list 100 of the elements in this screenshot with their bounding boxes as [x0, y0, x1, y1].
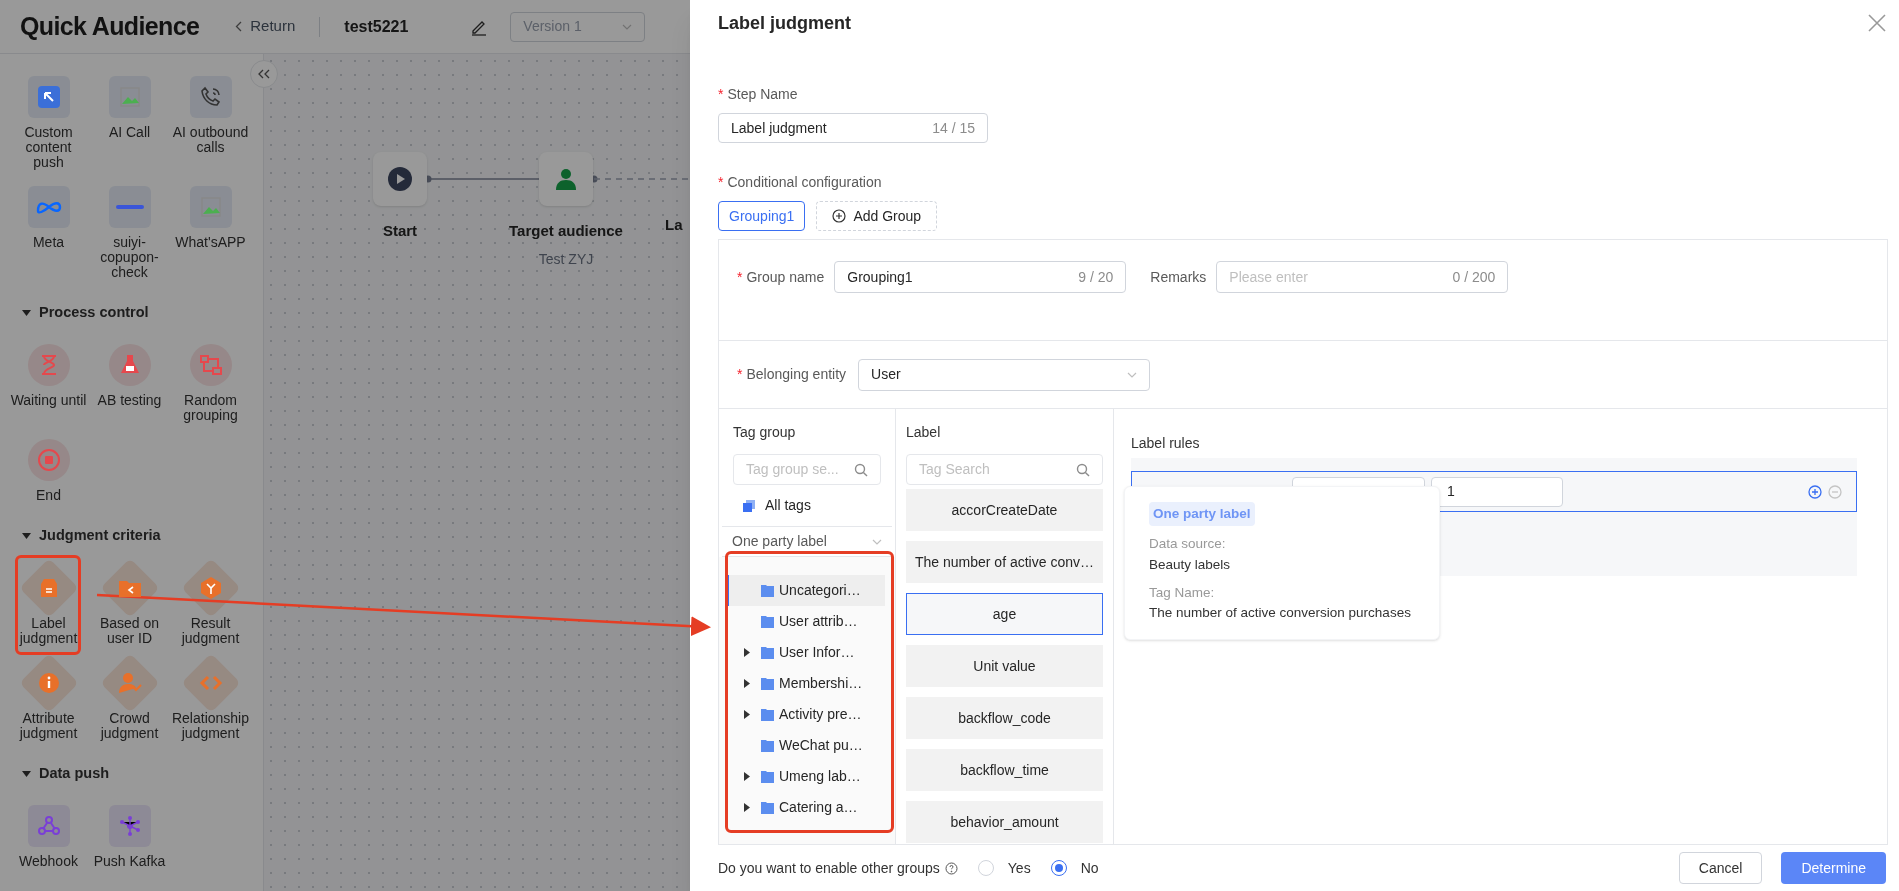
search-icon: [854, 462, 868, 477]
caret-icon[interactable]: [22, 771, 31, 777]
broken-image-icon: [199, 196, 222, 218]
flow-node[interactable]: [373, 152, 427, 206]
item-label: All tags: [765, 496, 811, 515]
caret-right-icon[interactable]: [744, 803, 750, 812]
tree-item[interactable]: Activity pre…: [727, 699, 885, 730]
double-chevron-left-icon[interactable]: [258, 69, 270, 79]
required-mark: *: [737, 267, 743, 287]
tree-item[interactable]: User Infor…: [727, 637, 885, 668]
caret-icon[interactable]: [22, 310, 31, 316]
field-value: Grouping1: [847, 267, 913, 287]
caret-right-icon[interactable]: [744, 679, 750, 688]
tree-item[interactable]: Uncategori…: [727, 575, 885, 606]
stacked-squares-icon: [742, 498, 756, 513]
label-item[interactable]: Unit value: [906, 645, 1103, 687]
node-subtitle: Test ZYJ: [538, 249, 594, 269]
person-icon: [554, 167, 578, 191]
node-palette-item[interactable]: AI outbound calls: [170, 73, 251, 170]
phone-icon: [198, 85, 223, 109]
node-palette-item[interactable]: AB testing: [89, 341, 170, 423]
cancel-button[interactable]: Cancel: [1678, 852, 1763, 884]
placeholder-text: Please enter: [1229, 267, 1308, 287]
node-palette-item[interactable]: Waiting until: [8, 341, 89, 423]
label-item[interactable]: behavior_amount: [906, 801, 1103, 843]
stripe-logo-icon: [114, 203, 145, 211]
folder-icon: [761, 801, 774, 814]
item-label: Umeng lab…: [779, 767, 861, 786]
caret-right-icon[interactable]: [744, 710, 750, 719]
node-palette-item[interactable]: Meta: [8, 183, 89, 280]
node-palette-item[interactable]: Random grouping: [170, 341, 251, 423]
column-title: Label rules: [1131, 434, 1201, 453]
info-icon: [37, 672, 60, 694]
stop-icon: [36, 448, 61, 472]
label-item[interactable]: The number of active conv…: [906, 541, 1103, 583]
chevron-down-icon: [1127, 371, 1138, 378]
add-group-button[interactable]: Add Group: [816, 201, 938, 231]
radio-option[interactable]: Yes: [977, 857, 1031, 879]
remarks-input[interactable]: Please enter 0 / 200: [1216, 261, 1509, 293]
tree-item[interactable]: Membershi…: [727, 668, 885, 699]
field-label: Step Name: [727, 85, 798, 104]
field-value: 1: [1447, 482, 1455, 501]
node-palette-item[interactable]: Push Kafka: [89, 802, 170, 869]
node-palette-item[interactable]: Custom content push: [8, 73, 89, 170]
value-input[interactable]: 1: [1431, 476, 1563, 507]
plus-circle-icon: [832, 209, 847, 223]
caret-right-icon[interactable]: [744, 772, 750, 781]
item-label: Catering a…: [779, 798, 858, 817]
all-tags-item[interactable]: All tags: [722, 485, 892, 527]
add-icon[interactable]: [1808, 484, 1822, 499]
section-title[interactable]: Process control: [39, 302, 149, 324]
node-palette-item[interactable]: AI Call: [89, 73, 170, 170]
flow-node[interactable]: [539, 152, 593, 206]
caret-right-icon[interactable]: [744, 648, 750, 657]
group-tab[interactable]: Grouping1: [718, 201, 806, 231]
node-palette-item[interactable]: End: [8, 436, 89, 503]
determine-button[interactable]: Determine: [1781, 852, 1886, 884]
flow-title: test5221: [344, 16, 409, 37]
tree-item[interactable]: Catering a…: [727, 792, 885, 823]
app-logo: Quick Audience: [20, 10, 200, 42]
return-link[interactable]: Return: [235, 15, 296, 38]
label-item[interactable]: backflow_time: [906, 749, 1103, 791]
required-mark: *: [718, 173, 724, 192]
radio-option[interactable]: No: [1050, 857, 1099, 879]
question-text: Do you want to enable other groups: [718, 858, 940, 878]
folder-icon: [761, 677, 774, 690]
label-item[interactable]: age: [906, 593, 1103, 635]
required-mark: *: [737, 365, 743, 384]
tree-item[interactable]: Umeng lab…: [727, 761, 885, 792]
group-name-input[interactable]: Grouping1 9 / 20: [834, 261, 1127, 293]
field-label: Conditional configuration: [727, 173, 882, 192]
node-palette-item[interactable]: What'sAPP: [170, 183, 251, 280]
field-label: Belonging entity: [746, 365, 847, 384]
caret-icon[interactable]: [22, 533, 31, 539]
node-title: Start: [382, 221, 418, 241]
label-item[interactable]: accorCreateDate: [906, 489, 1103, 531]
close-icon[interactable]: [1867, 13, 1887, 33]
section-title[interactable]: Data push: [39, 763, 110, 785]
item-label: WeChat pu…: [779, 736, 863, 755]
step-name-input[interactable]: Label judgment 14 / 15: [718, 113, 988, 143]
folder-icon: [761, 739, 774, 752]
item-label: Activity pre…: [779, 705, 862, 724]
info-label: Tag Name:: [1149, 583, 1216, 602]
broken-image-icon: [118, 86, 141, 108]
char-counter: 0 / 200: [1452, 267, 1496, 287]
section-title[interactable]: Judgment criteria: [39, 525, 161, 547]
help-icon[interactable]: [944, 861, 958, 875]
network-nodes-icon: [118, 815, 141, 837]
folder-icon: [761, 770, 774, 783]
item-label: User attrib…: [779, 612, 858, 631]
select-value: User: [871, 365, 901, 384]
entity-select[interactable]: User: [858, 358, 1151, 391]
folder-icon: [761, 646, 774, 659]
node-palette-item[interactable]: Webhook: [8, 802, 89, 869]
node-palette-item[interactable]: suiyi-copupon-check: [89, 183, 170, 280]
label-item[interactable]: backflow_code: [906, 697, 1103, 739]
drawer-title: Label judgment: [718, 11, 851, 35]
tree-item[interactable]: User attrib…: [727, 606, 885, 637]
tree-item[interactable]: WeChat pu…: [727, 730, 885, 761]
branch-icon: [198, 354, 223, 376]
